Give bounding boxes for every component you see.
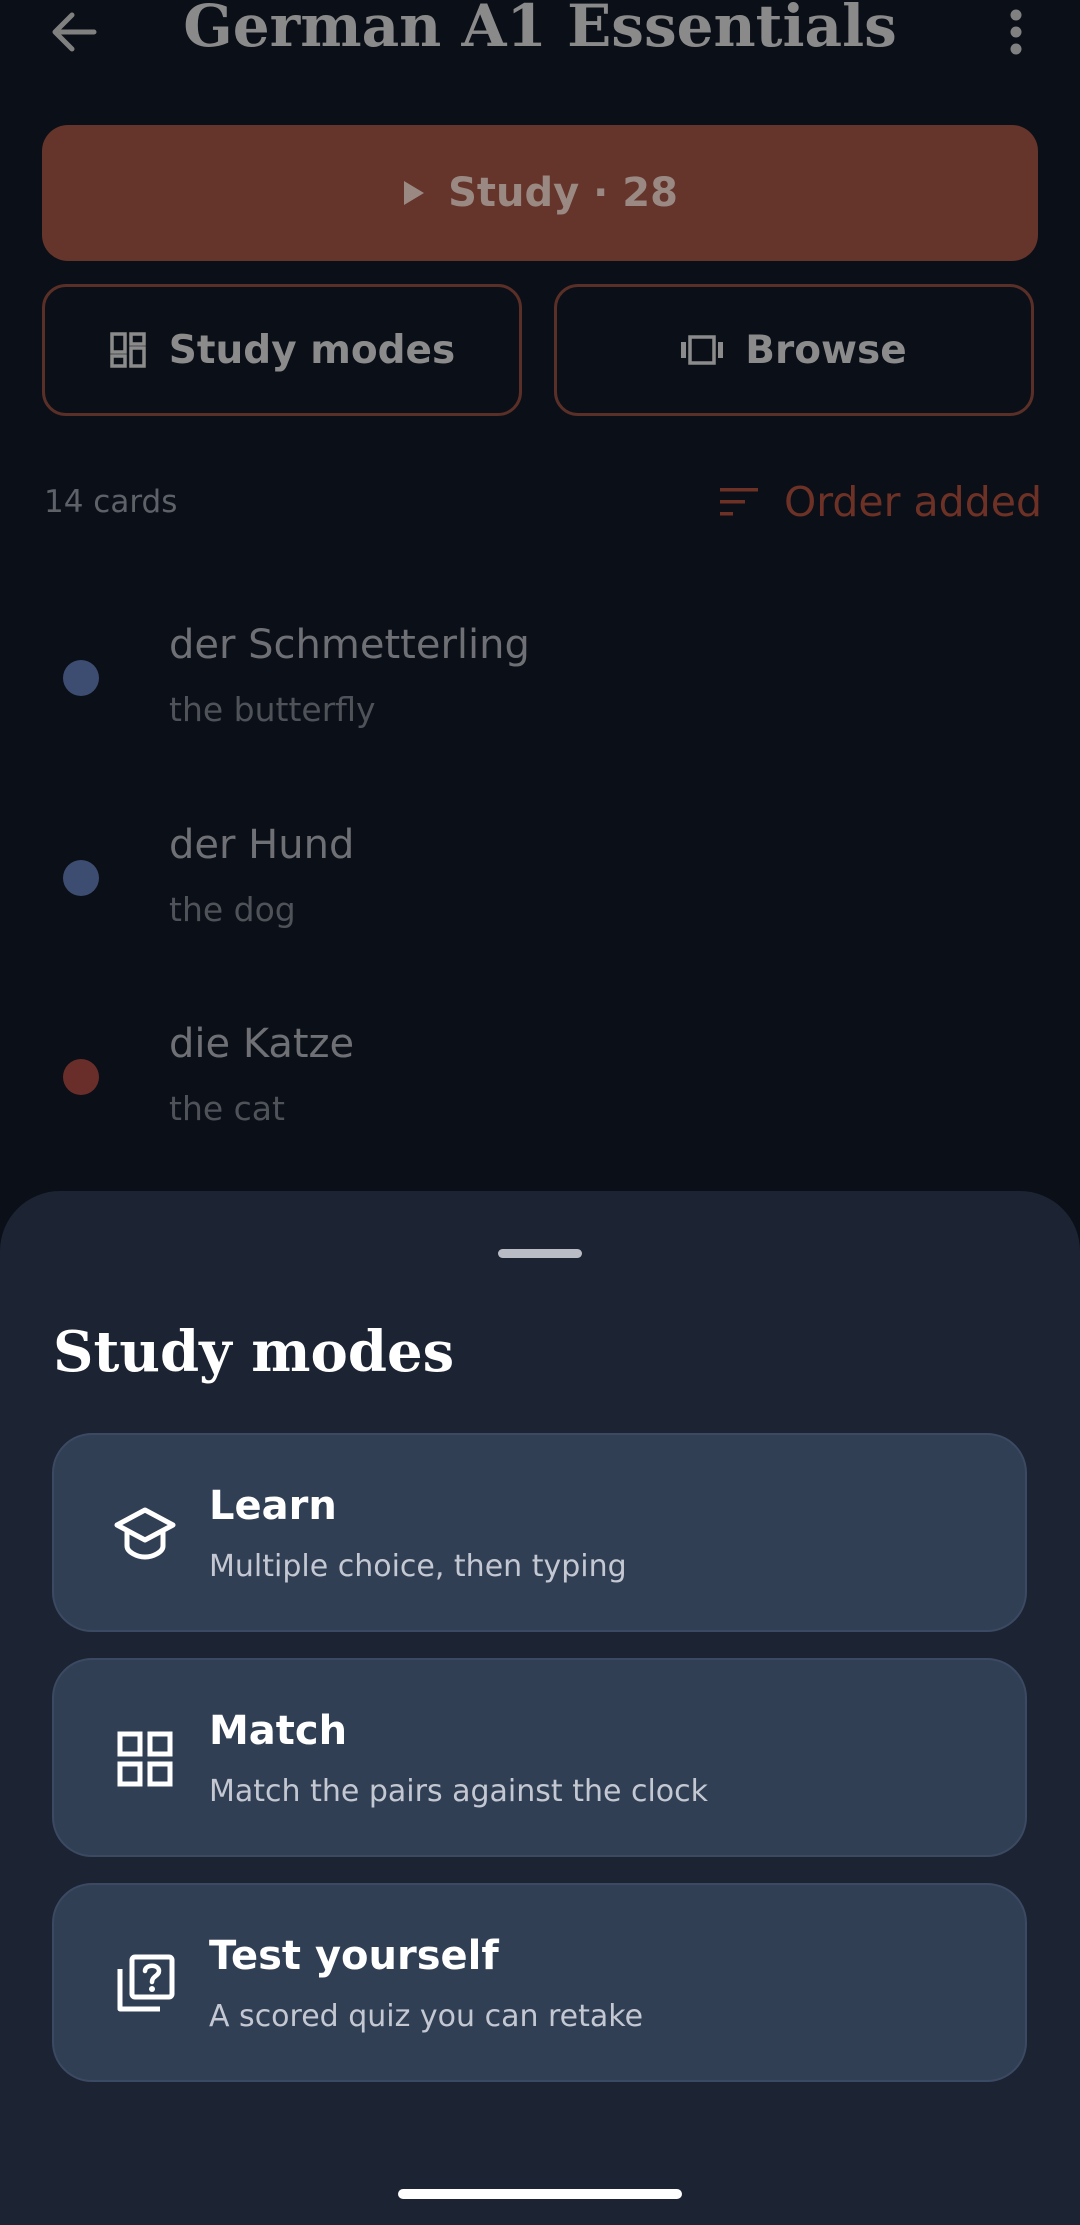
browse-button[interactable]: Browse xyxy=(554,284,1034,416)
sort-icon xyxy=(720,488,758,516)
graduation-cap-icon xyxy=(100,1489,190,1579)
card-term: der Hund xyxy=(169,822,355,868)
mode-description: Multiple choice, then typing xyxy=(209,1549,627,1584)
grid-icon xyxy=(100,1714,190,1804)
card-definition: the dog xyxy=(169,890,296,929)
play-icon xyxy=(404,181,425,205)
home-indicator xyxy=(398,2189,682,2199)
dashboard-icon xyxy=(110,332,146,368)
card-definition: the cat xyxy=(169,1089,285,1128)
status-dot xyxy=(63,1059,99,1095)
more-options-button[interactable] xyxy=(996,6,1036,58)
browse-label: Browse xyxy=(745,327,907,373)
study-button-label: Study · 28 xyxy=(448,170,678,216)
top-app-bar: German A1 Essentials xyxy=(0,0,1080,80)
card-count: 14 cards xyxy=(44,484,178,520)
status-dot xyxy=(63,860,99,896)
list-item[interactable]: der Hund the dog xyxy=(0,810,1080,950)
mode-description: A scored quiz you can retake xyxy=(209,1999,644,2034)
sheet-title: Study modes xyxy=(53,1319,455,1385)
more-vertical-icon xyxy=(1010,9,1022,55)
mode-card-test[interactable]: Test yourself A scored quiz you can reta… xyxy=(52,1883,1027,2082)
sort-button[interactable]: Order added xyxy=(720,474,1042,530)
carousel-icon xyxy=(681,335,724,365)
mode-name: Match xyxy=(209,1708,348,1754)
card-definition: the butterfly xyxy=(169,690,376,729)
mode-card-learn[interactable]: Learn Multiple choice, then typing xyxy=(52,1433,1027,1632)
study-modes-sheet: Study modes Learn Multiple choice, then … xyxy=(0,1191,1080,2225)
card-term: die Katze xyxy=(169,1021,355,1067)
quiz-icon xyxy=(100,1939,190,2029)
sort-label: Order added xyxy=(784,478,1042,526)
mode-card-match[interactable]: Match Match the pairs against the clock xyxy=(52,1658,1027,1857)
mode-name: Test yourself xyxy=(209,1933,499,1979)
study-modes-button[interactable]: Study modes xyxy=(42,284,522,416)
list-item[interactable]: der Schmetterling the butterfly xyxy=(0,610,1080,750)
drag-handle[interactable] xyxy=(498,1249,582,1258)
status-dot xyxy=(63,660,99,696)
mode-name: Learn xyxy=(209,1483,337,1529)
study-modes-label: Study modes xyxy=(168,327,456,373)
study-button[interactable]: Study · 28 xyxy=(42,125,1038,261)
list-item[interactable]: die Katze the cat xyxy=(0,1009,1080,1149)
mode-description: Match the pairs against the clock xyxy=(209,1774,709,1809)
card-term: der Schmetterling xyxy=(169,622,530,668)
deck-title: German A1 Essentials xyxy=(183,0,897,60)
